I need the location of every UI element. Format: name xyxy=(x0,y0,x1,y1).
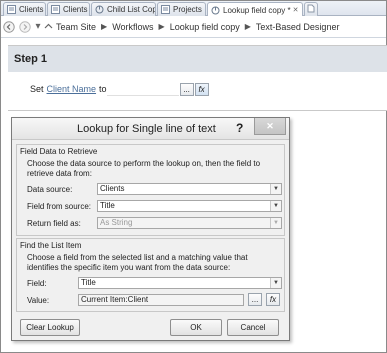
chevron-right-icon: ▶ xyxy=(244,22,251,31)
help-icon[interactable]: ? xyxy=(236,121,243,135)
tab-strip: Clients Clients Child List Copy Projects… xyxy=(1,1,386,17)
workflow-step: Step 1 xyxy=(8,45,387,111)
step-action-line: Set Client Name to ... fx xyxy=(30,82,209,96)
chevron-down-icon: ▼ xyxy=(270,201,281,211)
up-icon[interactable] xyxy=(43,19,53,35)
value-label: Value: xyxy=(27,296,50,305)
step-title: Step 1 xyxy=(8,46,387,72)
breadcrumb-text-based-designer[interactable]: Text-Based Designer xyxy=(256,22,340,32)
ellipsis-button[interactable]: ... xyxy=(179,82,194,96)
group-description: Choose a field from the selected list an… xyxy=(27,253,248,272)
return-field-label: Return field as: xyxy=(27,219,81,228)
clear-lookup-button[interactable]: Clear Lookup xyxy=(20,319,80,336)
tab-clients-1[interactable]: Clients xyxy=(3,2,46,16)
field-value: Title xyxy=(81,278,96,287)
tab-lookup-field-copy[interactable]: Lookup field copy * ✕ xyxy=(207,2,303,17)
value-input[interactable]: Current Item:Client xyxy=(78,294,244,306)
close-icon: ✕ xyxy=(266,120,274,131)
field-from-source-label: Field from source: xyxy=(27,202,92,211)
list-icon xyxy=(7,5,16,14)
breadcrumb: ▾ Team Site ▶ Workflows ▶ Lookup field c… xyxy=(1,16,386,38)
tab-label: Lookup field copy * xyxy=(223,5,291,15)
tab-clients-2[interactable]: Clients xyxy=(47,2,90,16)
return-field-select[interactable]: As String ▼ xyxy=(97,217,282,229)
field-label: Field: xyxy=(27,279,47,288)
forward-icon[interactable] xyxy=(17,19,33,35)
value-placeholder[interactable] xyxy=(106,82,179,96)
tab-child-list-copy[interactable]: Child List Copy xyxy=(91,2,156,16)
breadcrumb-workflows[interactable]: Workflows xyxy=(112,22,153,32)
field-select[interactable]: Title ▼ xyxy=(78,277,282,289)
new-tab-button[interactable] xyxy=(304,2,318,16)
breadcrumb-lookup-field-copy[interactable]: Lookup field copy xyxy=(170,22,240,32)
cancel-button[interactable]: Cancel xyxy=(227,319,279,336)
value-text: Current Item:Client xyxy=(81,295,149,304)
tab-label: Projects xyxy=(173,5,202,14)
group-description: Choose the data source to perform the lo… xyxy=(27,159,261,178)
chevron-right-icon: ▶ xyxy=(158,22,165,31)
fx-button[interactable]: fx xyxy=(194,82,209,96)
list-icon xyxy=(51,5,60,14)
dialog-title: Lookup for Single line of text xyxy=(77,123,216,135)
lookup-dialog: Lookup for Single line of text ? ✕ Field… xyxy=(11,117,290,341)
ok-button[interactable]: OK xyxy=(170,319,222,336)
breadcrumb-team-site[interactable]: Team Site xyxy=(56,22,96,32)
to-label: to xyxy=(99,84,107,94)
tab-projects[interactable]: Projects xyxy=(157,2,206,16)
chevron-right-icon: ▶ xyxy=(101,22,108,31)
chevron-down-icon: ▼ xyxy=(270,218,281,228)
field-link[interactable]: Client Name xyxy=(47,84,97,94)
tab-label: Clients xyxy=(63,5,88,14)
value-ellipsis-button[interactable]: ... xyxy=(248,293,262,306)
back-icon[interactable] xyxy=(1,19,17,35)
group-title: Find the List Item xyxy=(20,241,82,250)
return-field-value: As String xyxy=(100,218,133,227)
value-fx-button[interactable]: fx xyxy=(266,293,280,306)
close-button[interactable]: ✕ xyxy=(254,118,286,135)
field-data-group: Field Data to Retrieve Choose the data s… xyxy=(16,144,285,236)
dialog-titlebar: Lookup for Single line of text ? ✕ xyxy=(12,118,289,140)
workflow-icon xyxy=(211,6,220,15)
tab-label: Clients xyxy=(19,5,44,14)
data-source-select[interactable]: Clients ▼ xyxy=(97,183,282,195)
group-title: Field Data to Retrieve xyxy=(20,147,98,156)
tab-label: Child List Copy xyxy=(107,5,156,14)
set-label: Set xyxy=(30,84,44,94)
list-icon xyxy=(161,5,170,14)
find-list-item-group: Find the List Item Choose a field from t… xyxy=(16,238,285,312)
data-source-value: Clients xyxy=(100,184,125,193)
close-icon[interactable]: ✕ xyxy=(293,6,299,14)
chevron-down-icon: ▼ xyxy=(270,184,281,194)
data-source-label: Data source: xyxy=(27,185,73,194)
field-from-source-value: Title xyxy=(100,201,115,210)
chevron-down-icon: ▼ xyxy=(270,278,281,288)
workflow-icon xyxy=(95,5,104,14)
new-tab-icon xyxy=(307,4,315,15)
history-dropdown-icon[interactable]: ▾ xyxy=(33,19,43,35)
field-from-source-select[interactable]: Title ▼ xyxy=(97,200,282,212)
